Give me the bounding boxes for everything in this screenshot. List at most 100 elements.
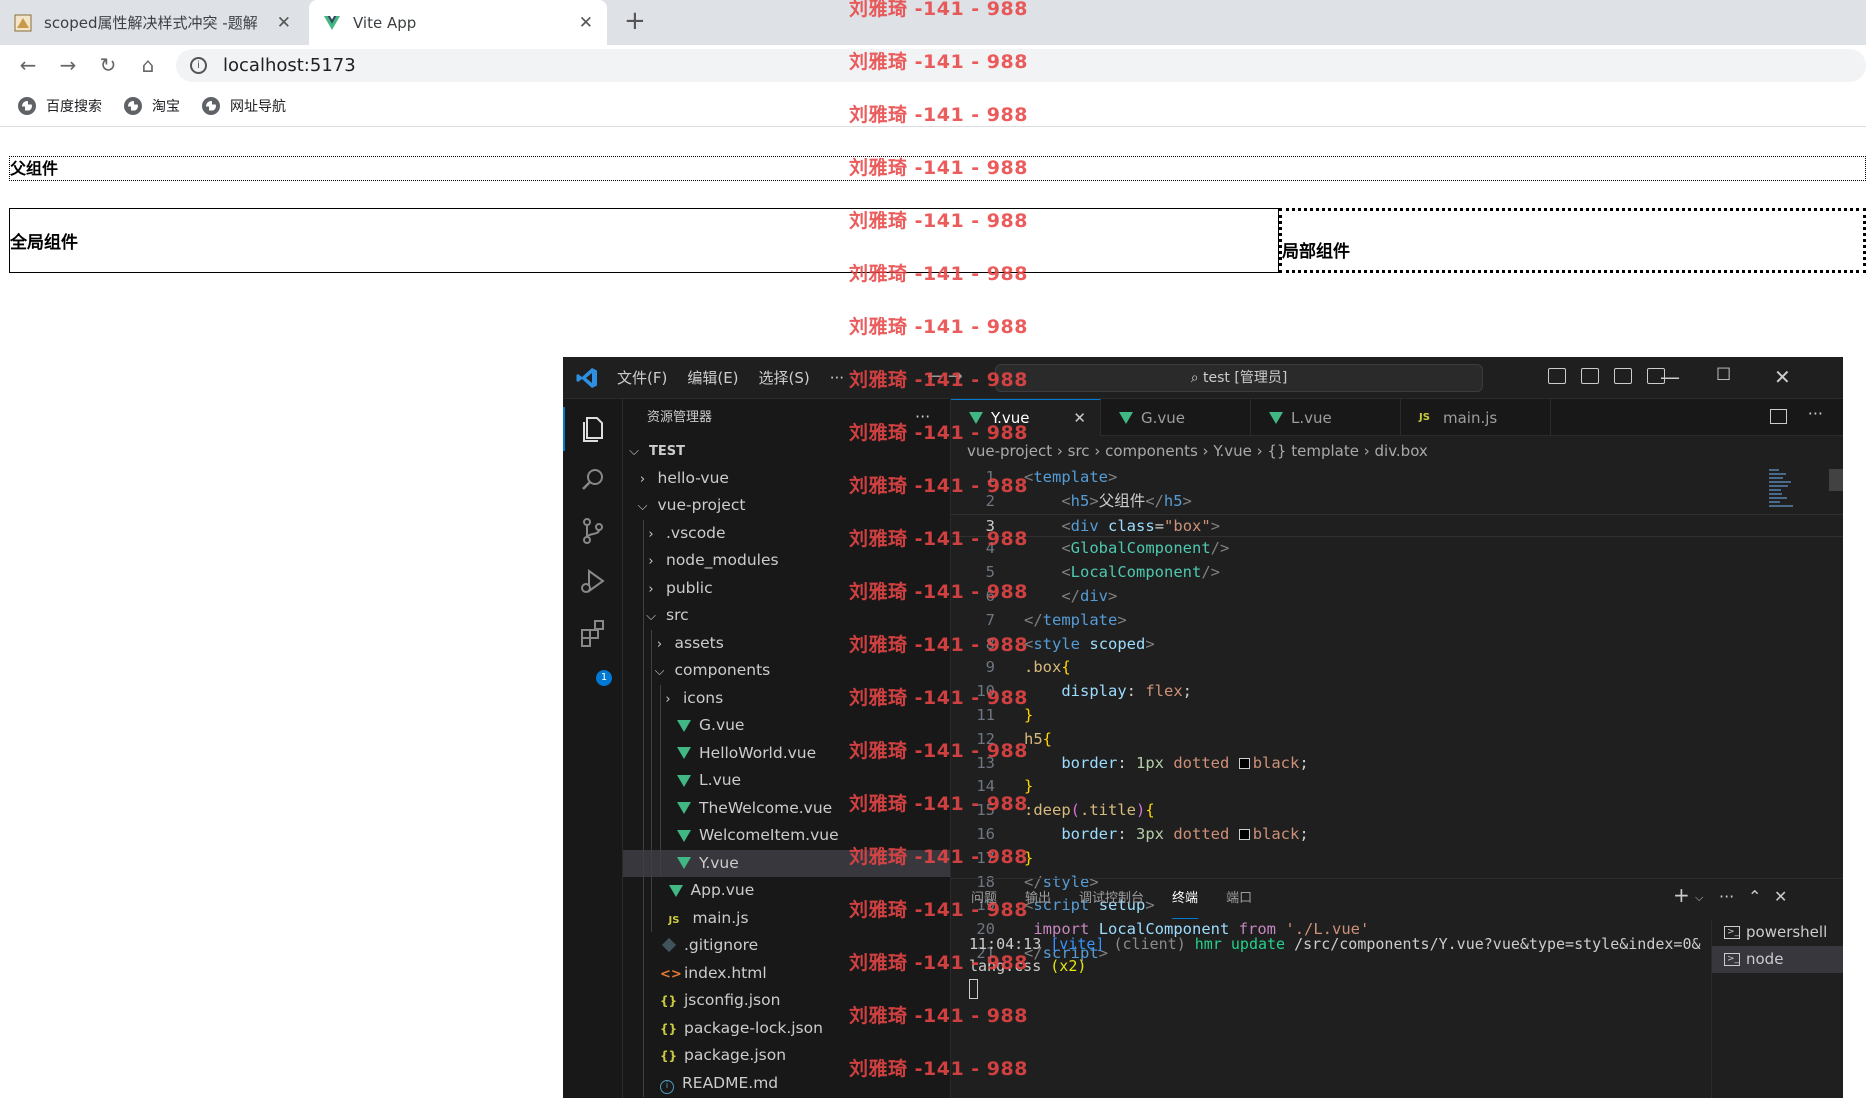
minimap[interactable] [1769, 469, 1793, 511]
code-line[interactable]: 2 <h5>父组件</h5> [951, 490, 1843, 514]
search-icon[interactable] [577, 464, 609, 496]
panel-tab[interactable]: 调试控制台 [1079, 879, 1144, 919]
tree-folder[interactable]: ⌵ src [623, 602, 950, 630]
bookmark-item[interactable]: 百度搜索 [18, 96, 102, 116]
code-token: scoped [1089, 634, 1146, 653]
close-window-icon[interactable]: ✕ [1774, 365, 1791, 389]
split-editor-icon[interactable] [1770, 409, 1787, 424]
tree-folder[interactable]: ⌵ components [623, 657, 950, 685]
command-center-search[interactable]: ⌕ test [管理员] [995, 364, 1483, 392]
maximize-icon[interactable]: ☐ [1716, 365, 1731, 385]
terminal-list-item[interactable]: >_ powershell [1712, 919, 1843, 946]
extensions-icon[interactable] [577, 617, 609, 649]
bookmark-item[interactable]: 网址导航 [202, 96, 286, 116]
terminal-dropdown-icon[interactable]: ⌵ [1695, 891, 1703, 905]
panel-tab[interactable]: 终端 [1172, 879, 1199, 919]
terminal-message: hmr update [1194, 935, 1286, 953]
terminal-list: >_ powershell >_ node [1711, 919, 1843, 1098]
code-line[interactable]: 5 <LocalComponent/> [951, 561, 1843, 585]
tree-folder[interactable]: › node_modules [623, 547, 950, 575]
breadcrumb-item[interactable]: components [1105, 442, 1198, 460]
code-token: < [1061, 491, 1071, 510]
forward-arrow-icon[interactable]: → [48, 53, 88, 77]
toggle-panel-icon[interactable] [1581, 368, 1599, 384]
toggle-sidebar-icon[interactable] [1548, 368, 1566, 384]
chevron-down-icon: ⌵ [637, 499, 648, 514]
close-tab-icon[interactable]: ✕ [277, 13, 291, 33]
code-line[interactable]: 4 <GlobalComponent/> [951, 537, 1843, 561]
close-tab-icon[interactable]: ✕ [579, 13, 593, 33]
source-control-icon[interactable] [577, 515, 609, 547]
breadcrumb-item[interactable]: Y.vue [1213, 442, 1252, 460]
new-terminal-icon[interactable]: + [1673, 883, 1690, 907]
code-line[interactable]: 12 h5{ [951, 728, 1843, 752]
terminal-output[interactable]: 11:04:13 [vite] (client) hmr update /src… [969, 933, 1705, 999]
panel-tab[interactable]: 端口 [1226, 879, 1252, 919]
panel-more-icon[interactable]: ··· [1719, 887, 1734, 906]
site-info-icon[interactable]: i [190, 57, 207, 74]
bookmark-item[interactable]: 淘宝 [124, 96, 180, 116]
code-line[interactable]: 6 </div> [951, 585, 1843, 609]
breadcrumb-item[interactable]: src [1068, 442, 1090, 460]
code-token: div [1070, 516, 1099, 535]
vue-file-icon [1269, 411, 1283, 424]
back-arrow-icon[interactable]: ← [8, 53, 48, 77]
editor-tab-label: G.vue [1141, 408, 1186, 427]
color-swatch-icon[interactable] [1238, 757, 1250, 769]
home-icon[interactable]: ⌂ [128, 53, 168, 77]
browser-tab-active[interactable]: Vite App ✕ [309, 0, 607, 45]
editor-tab[interactable]: L.vue [1251, 399, 1401, 436]
editor-tab[interactable]: JS main.js [1401, 399, 1551, 436]
menu-edit[interactable]: 编辑(E) [687, 367, 738, 388]
code-line[interactable]: 9 .box{ [951, 656, 1843, 680]
code-line[interactable]: 13 border: 1px dotted black; [951, 752, 1843, 776]
code-token: { [1042, 729, 1053, 748]
code-line[interactable]: 3 <div class="box"> [951, 513, 1843, 538]
maximize-panel-icon[interactable]: ⌃ [1748, 887, 1761, 906]
tree-item-label: node_modules [666, 551, 779, 569]
code-text: <h5>父组件</h5> [1024, 490, 1192, 514]
color-swatch-icon[interactable] [1238, 828, 1250, 840]
close-panel-icon[interactable]: ✕ [1774, 887, 1787, 906]
editor-more-icon[interactable]: ··· [1808, 404, 1823, 423]
editor-scrollbar[interactable] [1829, 469, 1843, 491]
code-line[interactable]: 11} [951, 704, 1843, 728]
breadcrumb-item[interactable]: {} template [1267, 442, 1359, 460]
toggle-secondary-sidebar-icon[interactable] [1614, 368, 1632, 384]
code-token: template [1042, 610, 1118, 629]
tree-item-label: App.vue [690, 881, 755, 899]
browser-tab-title: scoped属性解决样式冲突 -题解 [44, 14, 258, 32]
browser-tab[interactable]: scoped属性解决样式冲突 -题解 ✕ [0, 0, 305, 45]
explorer-icon[interactable] [577, 413, 609, 445]
code-line[interactable]: 15:deep(.title){ [951, 799, 1843, 823]
menu-selection[interactable]: 选择(S) [759, 367, 810, 388]
new-tab-button[interactable]: + [624, 6, 646, 36]
menu-file[interactable]: 文件(F) [617, 367, 667, 388]
code-line[interactable]: 16 border: 3px dotted black; [951, 823, 1843, 847]
js-file-icon: JS [668, 914, 680, 926]
terminal-list-item[interactable]: >_ node [1712, 946, 1843, 973]
code-line[interactable]: 17} [951, 847, 1843, 871]
indent-guide [642, 904, 644, 932]
code-token: GlobalComponent [1070, 539, 1211, 558]
code-line[interactable]: 8 <style scoped> [951, 633, 1843, 657]
code-line[interactable]: 7 </template> [951, 609, 1843, 633]
breadcrumb-item[interactable]: div.box [1375, 442, 1428, 460]
code-text: border: 3px dotted black; [1024, 823, 1308, 847]
minimize-icon[interactable]: — [1660, 365, 1680, 389]
close-tab-icon[interactable]: ✕ [1073, 409, 1086, 427]
code-line[interactable]: 1 <template> [951, 466, 1843, 490]
code-editor[interactable]: 1 <template> 2 <h5>父组件</h5> 3 <div class="b… [951, 466, 1843, 962]
panel-tab[interactable]: 输出 [1025, 879, 1051, 919]
indent-guide [651, 712, 652, 740]
reload-icon[interactable]: ↻ [88, 53, 128, 77]
indent-guide [659, 712, 661, 740]
editor-tab[interactable]: G.vue [1101, 399, 1251, 436]
menu-more[interactable]: ··· [830, 369, 844, 387]
code-line[interactable]: 10 display: flex; [951, 680, 1843, 704]
run-debug-icon[interactable] [577, 565, 609, 597]
code-line[interactable]: 14} [951, 775, 1843, 799]
